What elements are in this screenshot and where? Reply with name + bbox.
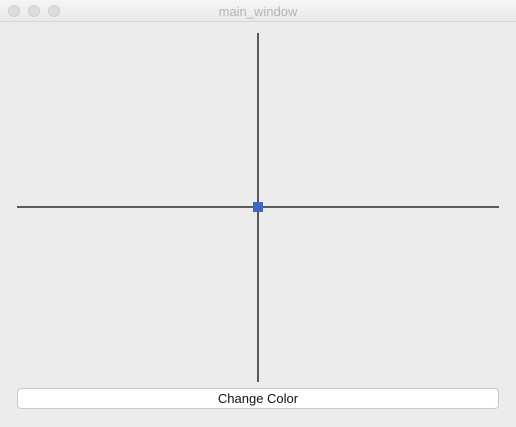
center-point-marker[interactable]	[253, 202, 263, 212]
drawing-canvas[interactable]	[0, 22, 516, 384]
main-window: main_window Change Color	[0, 0, 516, 427]
window-title: main_window	[218, 4, 298, 19]
title-bar[interactable]: main_window	[0, 0, 516, 22]
change-color-button[interactable]: Change Color	[17, 388, 499, 409]
